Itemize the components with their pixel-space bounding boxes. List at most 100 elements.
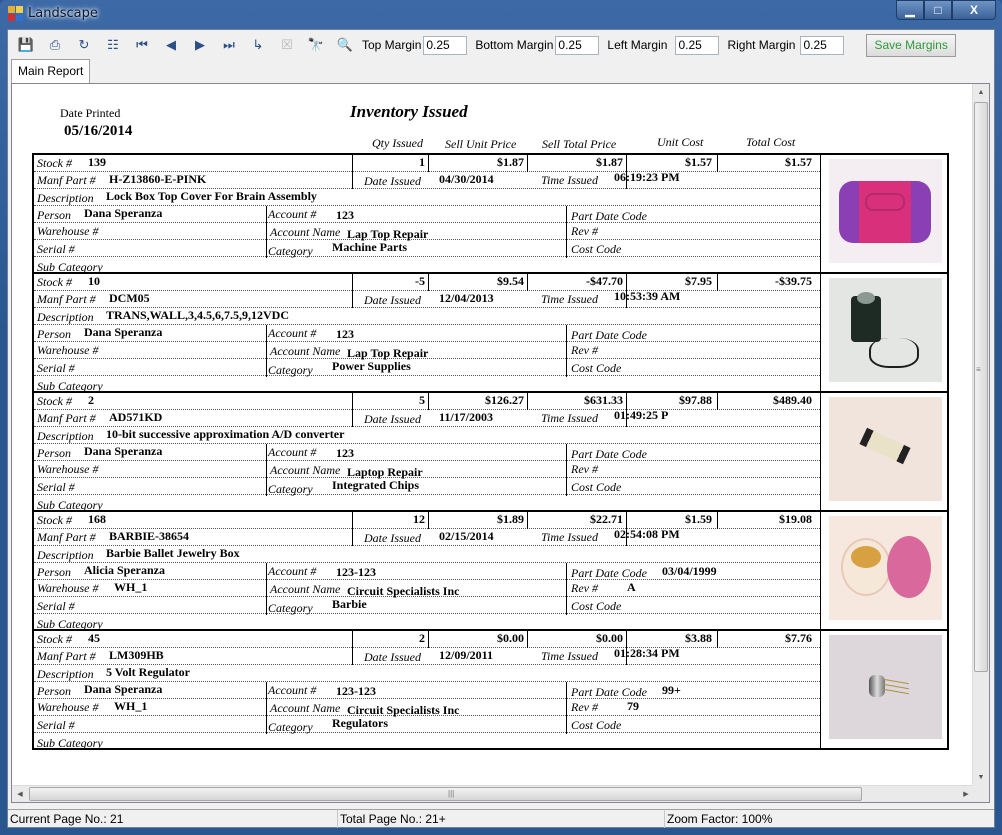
part-date-code-label: Part Date Code <box>571 447 647 461</box>
close-icon: X <box>969 3 978 17</box>
warehouse-label: Warehouse # <box>37 581 99 595</box>
warehouse-row: Warehouse # WH_1 Account Name Circuit Spec… <box>34 580 820 598</box>
date-issued-value: 11/17/2003 <box>439 410 494 424</box>
horizontal-scrollbar[interactable]: ◀ ||| ▶ <box>12 785 974 802</box>
time-issued-label: Time Issued <box>541 649 598 663</box>
column-divider <box>717 631 718 648</box>
warehouse-label: Warehouse # <box>37 224 99 238</box>
bottom-margin-input[interactable] <box>555 35 600 55</box>
manf-part-label: Manf Part # <box>37 530 96 544</box>
zoom-button[interactable]: 🔍 <box>333 34 357 56</box>
current-page-status: Current Page No.: 21 <box>8 809 338 828</box>
person-value: Dana Speranza <box>84 682 163 696</box>
manf-part-row: Manf Part # BARBIE-38654 Date Issued 02/15… <box>34 527 820 546</box>
qty-issued-value: -5 <box>415 274 425 288</box>
person-row: Person Dana Speranza Account # 123 Part Da… <box>34 325 820 342</box>
category-value: Machine Parts <box>332 240 407 254</box>
find-button[interactable]: 🔭 <box>304 34 328 56</box>
column-divider <box>717 512 718 529</box>
scroll-left-arrow-icon[interactable]: ◀ <box>12 786 28 802</box>
column-divider <box>428 631 429 648</box>
last-page-button[interactable]: ⏭ <box>217 34 241 56</box>
description-value: Lock Box Top Cover For Brain Assembly <box>106 189 317 203</box>
description-label: Description <box>37 667 94 681</box>
stock-row: Stock #139 1 $1.87 $1.87 $1.57 $1.57 <box>34 155 820 172</box>
manf-part-value: BARBIE-38654 <box>109 529 190 543</box>
sell-unit-price-value: $9.54 <box>497 274 524 288</box>
column-divider <box>428 274 429 291</box>
app-icon <box>8 6 23 21</box>
account-name-label: Account Name <box>270 344 341 358</box>
warehouse-row: Warehouse # Account Name Lap Top Repair R… <box>34 223 820 241</box>
scroll-down-arrow-icon[interactable]: ▼ <box>973 769 989 786</box>
scroll-up-arrow-icon[interactable]: ▲ <box>973 84 989 101</box>
stop-button[interactable]: ☒ <box>275 34 299 56</box>
image-divider <box>820 631 821 748</box>
column-divider <box>717 274 718 291</box>
inventory-record: Stock #10 -5 $9.54 -$47.70 $7.95 -$39.75… <box>32 272 949 393</box>
horizontal-scroll-thumb[interactable] <box>29 787 862 801</box>
person-label: Person <box>37 327 71 341</box>
first-page-button[interactable]: ⏮ <box>130 34 154 56</box>
serial-row: Serial # Category Regulators Cost Code <box>34 716 820 734</box>
vertical-scroll-thumb[interactable] <box>974 102 988 672</box>
description-value: Barbie Ballet Jewelry Box <box>106 546 240 560</box>
account-number-label: Account # <box>268 326 317 340</box>
column-divider <box>428 512 429 529</box>
manf-part-row: Manf Part # DCM05 Date Issued 12/04/2013 T… <box>34 289 820 308</box>
previous-page-button[interactable]: ◀ <box>159 34 183 56</box>
sub-category-label: Sub Category <box>37 736 103 750</box>
close-button[interactable]: X <box>952 0 996 20</box>
right-margin-input[interactable] <box>800 35 845 55</box>
group-tree-button[interactable]: ☷ <box>101 34 125 56</box>
manf-part-value: AD571KD <box>109 410 163 424</box>
date-issued-label: Date Issued <box>364 293 421 307</box>
stop-icon: ☒ <box>281 37 293 52</box>
tab-main-report[interactable]: Main Report <box>11 59 91 83</box>
report-title: Inventory Issued <box>350 102 468 121</box>
category-value: Regulators <box>332 716 388 730</box>
export-icon: 💾 <box>17 37 35 52</box>
next-page-icon: ▶ <box>195 37 205 52</box>
sell-unit-price-value: $1.87 <box>497 155 524 169</box>
inventory-record: Stock #2 5 $126.27 $631.33 $97.88 $489.4… <box>32 391 949 512</box>
person-value: Dana Speranza <box>84 206 163 220</box>
stock-label: Stock # <box>37 513 72 527</box>
person-value: Alicia Speranza <box>84 563 165 577</box>
inventory-record: Stock #45 2 $0.00 $0.00 $3.88 $7.76 Manf… <box>32 629 949 750</box>
left-margin-input[interactable] <box>675 35 720 55</box>
maximize-button[interactable]: □ <box>924 0 952 20</box>
serial-row: Serial # Category Integrated Chips Cost C… <box>34 478 820 496</box>
top-margin-input[interactable] <box>423 35 468 55</box>
save-margins-button[interactable]: Save Margins <box>866 33 956 57</box>
product-image <box>829 278 942 382</box>
sub-category-row: Sub Category <box>34 733 820 750</box>
stock-value: 139 <box>88 155 106 169</box>
product-image <box>829 159 942 263</box>
export-button[interactable]: 💾 <box>14 34 38 56</box>
print-button[interactable]: ⎙ <box>43 34 67 56</box>
manf-part-value: DCM05 <box>109 291 150 305</box>
warehouse-label: Warehouse # <box>37 700 99 714</box>
time-issued-value: 02:54:08 PM <box>614 527 680 541</box>
minimize-button[interactable]: ▁ <box>896 0 924 20</box>
last-page-icon: ⏭ <box>223 37 235 52</box>
sell-total-price-value: $22.71 <box>590 512 623 526</box>
vertical-scrollbar[interactable]: ▲ ≡ ▼ <box>972 84 989 786</box>
zoom-icon: 🔍 <box>336 37 354 52</box>
serial-label: Serial # <box>37 599 75 613</box>
time-issued-label: Time Issued <box>541 530 598 544</box>
goto-page-button[interactable]: ↳ <box>246 34 270 56</box>
sell-total-price-value: $631.33 <box>584 393 623 407</box>
cost-code-label: Cost Code <box>571 718 622 732</box>
account-number-label: Account # <box>268 564 317 578</box>
total-pages-status: Total Page No.: 21+ <box>338 809 665 828</box>
stock-row: Stock #168 12 $1.89 $22.71 $1.59 $19.08 <box>34 512 820 529</box>
right-margin-label: Right Margin <box>727 38 796 52</box>
manf-part-row: Manf Part # H-Z13860-E-PINK Date Issued 04… <box>34 170 820 189</box>
column-header-total-cost: Total Cost <box>746 135 796 149</box>
next-page-button[interactable]: ▶ <box>188 34 212 56</box>
refresh-button[interactable]: ↻ <box>72 34 96 56</box>
warehouse-row: Warehouse # WH_1 Account Name Circuit Spec… <box>34 699 820 717</box>
stock-value: 10 <box>88 274 100 288</box>
